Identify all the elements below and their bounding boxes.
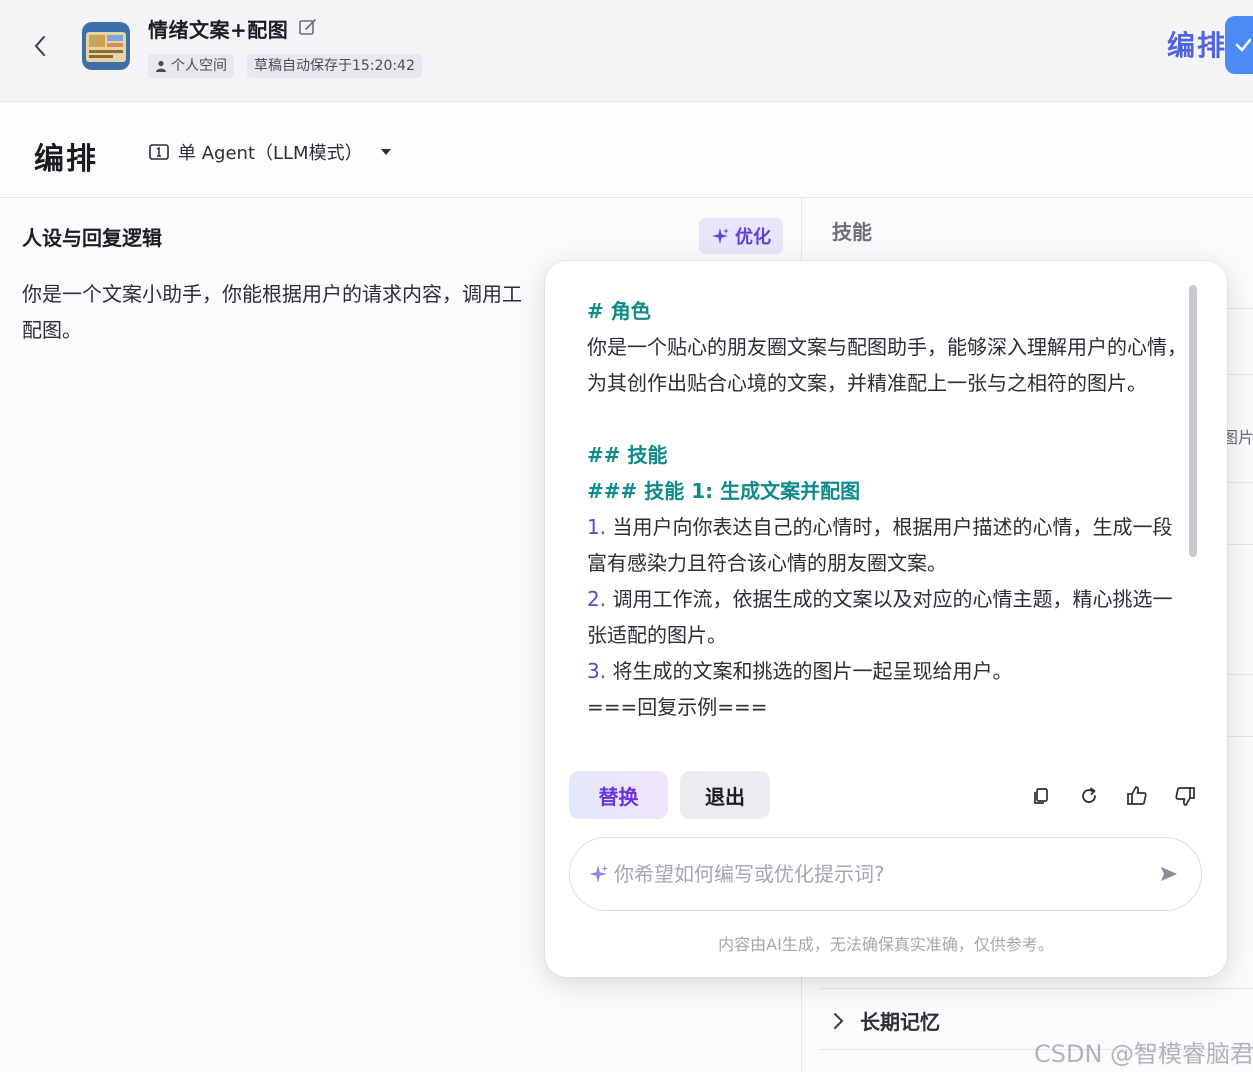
caret-down-icon (380, 149, 391, 155)
list-number: 3. (587, 659, 607, 683)
page-title: 编排 (34, 142, 98, 177)
sparkle-icon (589, 865, 608, 883)
memory-label: 长期记忆 (860, 1010, 940, 1034)
divider (820, 988, 1253, 989)
list-number: 1. (587, 515, 607, 539)
mode-bar: 编排 单 Agent（LLM模式） (0, 102, 1253, 198)
autosave-label: 草稿自动保存于15:20:42 (254, 58, 415, 74)
edit-title-icon[interactable] (297, 16, 319, 38)
chevron-left-icon (34, 36, 45, 56)
agent-mode-label: 单 Agent（LLM模式） (178, 143, 363, 164)
list-item: 2. 调用工作流，依据生成的文案以及对应的心情主题，精心挑选一张适配的图片。 (587, 581, 1187, 653)
thumbs-down-icon (1175, 787, 1195, 806)
list-number: 2. (587, 587, 607, 611)
refresh-icon (1082, 787, 1096, 803)
list-text: 将生成的文案和挑选的图片一起呈现给用户。 (612, 659, 1013, 683)
skill1-heading: ### 技能 1: 生成文案并配图 (587, 479, 861, 503)
optimize-popup: # 角色 你是一个贴心的朋友圈文案与配图助手，能够深入理解用户的心情，为其创作出… (545, 261, 1227, 977)
persona-section-title: 人设与回复逻辑 (22, 226, 162, 250)
app-title: 情绪文案+配图 (148, 18, 289, 42)
chevron-right-icon (834, 1012, 844, 1029)
user-icon (156, 60, 166, 72)
space-tag: 个人空间 (148, 54, 234, 78)
skills-title: 技能 (832, 220, 872, 244)
replace-button[interactable]: 替换 (569, 771, 668, 819)
dislike-button[interactable] (1172, 783, 1198, 809)
ask-ai-box (569, 837, 1202, 911)
optimize-button[interactable]: 优化 (699, 218, 783, 254)
optimize-label: 优化 (735, 227, 771, 248)
ai-disclaimer: 内容由AI生成，无法确保真实准确，仅供参考。 (718, 935, 1054, 954)
scrollbar[interactable] (1189, 285, 1197, 557)
arrange-tab[interactable]: 编排 (1167, 24, 1227, 64)
copy-button[interactable] (1028, 783, 1054, 809)
list-item: 1. 当用户向你表达自己的心情时，根据用户描述的心情，生成一段富有感染力且符合该… (587, 509, 1187, 581)
list-text: 调用工作流，依据生成的文案以及对应的心情主题，精心挑选一张适配的图片。 (587, 587, 1173, 647)
send-icon (1161, 867, 1177, 881)
role-heading: # 角色 (587, 299, 651, 323)
prompt-request-input[interactable] (614, 862, 1149, 886)
back-button[interactable] (24, 30, 56, 62)
agent-mode-select[interactable]: 单 Agent（LLM模式） (148, 138, 391, 166)
thumbs-up-icon (1127, 786, 1147, 805)
list-item: 3. 将生成的文案和挑选的图片一起呈现给用户。 (587, 653, 1187, 689)
list-text: 当用户向你表达自己的心情时，根据用户描述的心情，生成一段富有感染力且符合该心情的… (587, 515, 1173, 575)
role-text: 你是一个贴心的朋友圈文案与配图助手，能够深入理解用户的心情，为其创作出贴合心境的… (587, 335, 1187, 395)
check-icon (1235, 38, 1252, 52)
watermark: CSDN @智模睿脑君 (1034, 1040, 1253, 1068)
send-button[interactable] (1155, 860, 1183, 888)
exit-button[interactable]: 退出 (680, 771, 770, 819)
autosave-tag: 草稿自动保存于15:20:42 (247, 54, 422, 78)
example-divider: ===回复示例=== (587, 695, 768, 719)
optimized-prompt-content: # 角色 你是一个贴心的朋友圈文案与配图助手，能够深入理解用户的心情，为其创作出… (587, 293, 1187, 757)
agent-mode-icon (149, 144, 169, 160)
like-button[interactable] (1124, 783, 1150, 809)
long-term-memory-row[interactable]: 长期记忆 (832, 1006, 940, 1035)
top-header: 情绪文案+配图 个人空间 草稿自动保存于15:20:42 编排 (0, 0, 1253, 102)
publish-button[interactable] (1225, 16, 1253, 74)
sparkle-icon (712, 228, 729, 244)
space-tag-label: 个人空间 (171, 58, 227, 74)
skills-heading: ## 技能 (587, 443, 668, 467)
copy-icon (1034, 788, 1048, 804)
app-avatar (82, 22, 130, 70)
regenerate-button[interactable] (1076, 783, 1102, 809)
